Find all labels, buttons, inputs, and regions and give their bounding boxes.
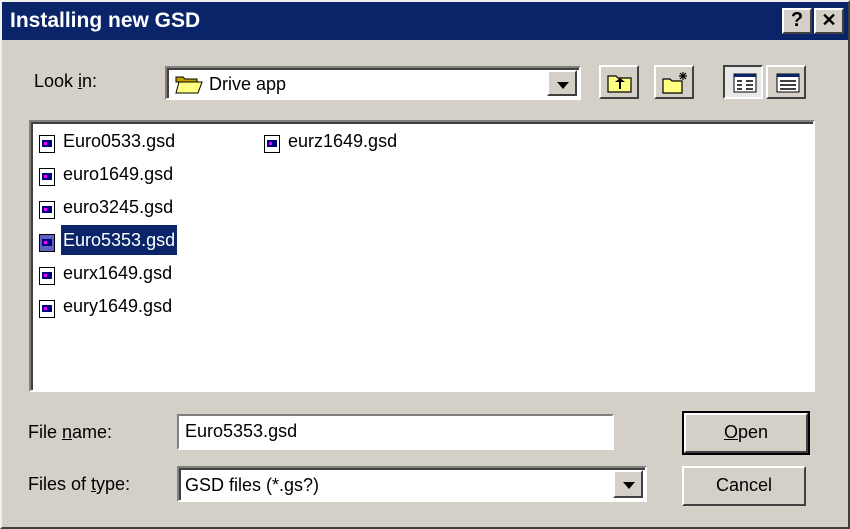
new-folder-button[interactable] xyxy=(654,65,694,99)
look-in-value: Drive app xyxy=(209,74,287,94)
gsd-file-icon xyxy=(39,297,55,318)
look-in-dropdown-button[interactable] xyxy=(547,70,577,96)
details-view-button[interactable] xyxy=(766,65,806,99)
new-folder-icon xyxy=(662,71,690,100)
gsd-file-icon xyxy=(39,198,55,219)
gsd-file-icon xyxy=(39,132,55,153)
details-view-icon xyxy=(776,73,800,98)
file-type-combo[interactable]: GSD files (*.gs?) xyxy=(177,466,647,502)
file-type-label: Files of type: xyxy=(28,474,131,494)
file-name-input[interactable]: Euro5353.gsd xyxy=(177,414,614,450)
up-folder-icon xyxy=(607,72,633,99)
help-button[interactable]: ? xyxy=(782,8,812,34)
close-button[interactable]: ✕ xyxy=(814,8,844,34)
gsd-file-icon xyxy=(39,165,55,186)
gsd-file-icon xyxy=(39,231,55,252)
file-name-label: File name: xyxy=(28,422,113,442)
file-list[interactable]: Euro0533.gsd euro1649.gsd euro3245.gsd E… xyxy=(29,120,815,392)
window-title: Installing new GSD xyxy=(10,9,201,32)
up-folder-button[interactable] xyxy=(599,65,639,99)
look-in-combo[interactable]: Drive app xyxy=(165,66,581,100)
file-type-dropdown-button[interactable] xyxy=(613,470,643,498)
open-button[interactable]: Open xyxy=(682,411,810,455)
title-bar[interactable]: Installing new GSD ? ✕ xyxy=(2,2,848,40)
list-view-icon xyxy=(733,73,757,98)
look-in-label: Look in: xyxy=(34,71,98,91)
file-dialog-window: Installing new GSD ? ✕ Look in: Drive ap… xyxy=(0,0,850,529)
list-view-button[interactable] xyxy=(723,65,763,99)
cancel-button[interactable]: Cancel xyxy=(682,466,806,506)
file-type-value: GSD files (*.gs?) xyxy=(185,475,320,495)
gsd-file-icon xyxy=(264,132,280,153)
folder-open-icon xyxy=(175,74,203,99)
gsd-file-icon xyxy=(39,264,55,285)
